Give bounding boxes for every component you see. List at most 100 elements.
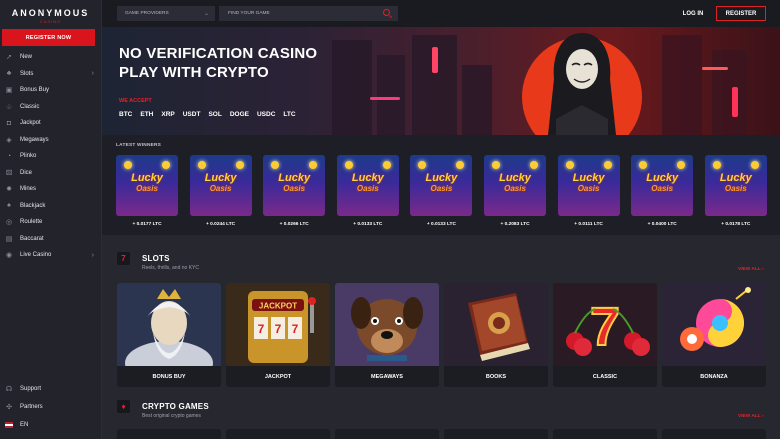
- crypto-games-view-all-link[interactable]: VIEW ALL ›: [738, 414, 764, 419]
- game-thumbnail: Lucky Oasis: [704, 155, 767, 216]
- game-thumbnail: Lucky Oasis: [263, 155, 326, 216]
- sidebar-item-label: Blackjack: [20, 202, 46, 209]
- sidebar-item-bonus-buy[interactable]: ▣ Bonus Buy: [0, 82, 102, 99]
- crypto-game-card[interactable]: [335, 429, 439, 439]
- sidebar-item-label: Roulette: [20, 219, 43, 226]
- sidebar-item-plinko[interactable]: ◔ Plinko: [0, 148, 102, 165]
- brand-logo[interactable]: ANONYMOUS CASINO: [0, 0, 101, 28]
- lamp-icon: [565, 161, 574, 169]
- sidebar-item-live-casino[interactable]: ◉ Live Casino ›: [0, 247, 102, 264]
- crypto-game-card[interactable]: [662, 429, 766, 439]
- winner-amount: + 0.0133 LTC: [426, 222, 456, 227]
- winner-amount: + 0.0244 LTC: [206, 222, 236, 227]
- flame-icon: ♦: [117, 400, 130, 413]
- latest-winners-label: LATEST WINNERS: [116, 143, 162, 148]
- game-thumbnail-title: Lucky Oasis: [266, 173, 322, 194]
- view-all-label: VIEW ALL: [738, 267, 761, 272]
- sidebar-item-baccarat[interactable]: ▤ Baccarat: [0, 231, 102, 248]
- sidebar-item-new[interactable]: ➚ New: [0, 49, 102, 66]
- lamp-icon: [530, 161, 538, 169]
- game-providers-dropdown[interactable]: GAME PROVIDERS ⌄: [117, 6, 215, 21]
- sidebar-item-support[interactable]: ☊ Support: [0, 380, 102, 398]
- winner-amount: + 0.0111 LTC: [574, 222, 603, 227]
- sidebar-item-label: Baccarat: [20, 235, 44, 242]
- crypto-game-card[interactable]: [226, 429, 330, 439]
- winner-card[interactable]: Lucky Oasis + 0.0266 LTC: [263, 155, 326, 227]
- lamp-icon: [124, 161, 132, 169]
- partners-icon: ✣: [6, 404, 12, 411]
- register-now-button[interactable]: REGISTER NOW: [2, 29, 95, 46]
- winner-amount: + 0.0177 LTC: [132, 222, 162, 227]
- crypto-game-card[interactable]: [444, 429, 548, 439]
- lamp-icon: [162, 161, 170, 169]
- cherry-icon: ♣: [6, 70, 12, 78]
- login-button[interactable]: LOG IN: [675, 6, 711, 21]
- search-input[interactable]: FIND YOUR GAME: [219, 6, 398, 21]
- sidebar-item-roulette[interactable]: ◎ Roulette: [0, 214, 102, 231]
- category-card-megaways[interactable]: MEGAWAYS: [335, 283, 439, 387]
- game-thumbnail: Lucky Oasis: [557, 155, 620, 216]
- crypto-game-card[interactable]: [553, 429, 657, 439]
- winner-card[interactable]: Lucky Oasis + 0.0400 LTC: [631, 155, 694, 227]
- category-card-books[interactable]: BOOKS: [444, 283, 548, 387]
- sidebar-item-dice[interactable]: ⚄ Dice: [0, 165, 102, 182]
- winner-card[interactable]: Lucky Oasis + 0.0244 LTC: [189, 155, 252, 227]
- slots-section-header: 7 SLOTS: [117, 252, 170, 265]
- sidebar-item-megaways[interactable]: ◈ Megaways: [0, 132, 102, 149]
- svg-text:7: 7: [275, 322, 282, 336]
- category-card-classic[interactable]: 7 CLASSIC: [553, 283, 657, 387]
- sidebar: ANONYMOUS CASINO REGISTER NOW ➚ New ♣ Slot…: [0, 0, 102, 439]
- sidebar-item-label: Bonus Buy: [20, 87, 50, 94]
- winner-card[interactable]: Lucky Oasis + 0.0133 LTC: [336, 155, 399, 227]
- category-card-jackpot[interactable]: JACKPOT 7 7 7 JACKPOT: [226, 283, 330, 387]
- sidebar-item-slots[interactable]: ♣ Slots ›: [0, 66, 102, 83]
- game-thumbnail: Lucky Oasis: [410, 155, 473, 216]
- sidebar-item-jackpot[interactable]: ◘ Jackpot: [0, 115, 102, 132]
- chevron-down-icon: ⌄: [203, 11, 209, 17]
- crypto-ltc: LTC: [283, 111, 296, 118]
- lock-icon: ◘: [6, 119, 12, 127]
- lamp-icon: [344, 161, 353, 169]
- winner-card[interactable]: Lucky Oasis + 0.2083 LTC: [484, 155, 546, 227]
- game-title: Lucky: [131, 172, 163, 184]
- seven-cherries-artwork: 7: [553, 283, 657, 366]
- headset-icon: ☊: [5, 386, 13, 393]
- cherries-icon: ♧: [5, 103, 13, 111]
- register-button[interactable]: REGISTER: [716, 6, 766, 21]
- sidebar-item-partners[interactable]: ✣ Partners: [0, 398, 102, 416]
- jackpot-machine-artwork: JACKPOT 7 7 7: [226, 283, 330, 366]
- sidebar-item-label: Support: [20, 386, 42, 392]
- sidebar-item-blackjack[interactable]: ♠ Blackjack: [0, 198, 102, 215]
- brand-name: ANONYMOUS: [11, 8, 90, 18]
- sidebar-item-mines[interactable]: ✹ Mines: [0, 181, 102, 198]
- top-bar: GAME PROVIDERS ⌄ FIND YOUR GAME LOG IN R…: [102, 0, 780, 27]
- winner-card[interactable]: Lucky Oasis + 0.0133 LTC: [410, 155, 473, 227]
- sidebar-nav: ➚ New ♣ Slots › ▣ Bonus Buy ♧ Classic ◘ Jackpo…: [0, 49, 102, 264]
- lamp-icon: [639, 161, 648, 169]
- game-title: Lucky: [499, 172, 531, 184]
- search-icon[interactable]: [383, 9, 390, 16]
- sidebar-item-classic[interactable]: ♧ Classic: [0, 99, 102, 116]
- language-selector[interactable]: EN: [0, 416, 102, 434]
- category-card-bonanza[interactable]: BONANZA: [662, 283, 766, 387]
- hero-title-line1: NO VERIFICATION CASINO: [119, 45, 318, 62]
- slots-view-all-link[interactable]: VIEW ALL ›: [738, 267, 764, 272]
- game-thumbnail: Lucky Oasis: [484, 155, 546, 216]
- hero-banner[interactable]: NO VERIFICATION CASINO PLAY WITH CRYPTO …: [102, 27, 780, 135]
- crypto-usdc: USDC: [256, 111, 276, 118]
- jackpot-sign: JACKPOT: [259, 302, 297, 311]
- megaways-icon: ◈: [6, 136, 12, 144]
- game-title: Lucky: [572, 172, 605, 184]
- plinko-icon: ◔: [6, 152, 12, 160]
- mine-icon: ✹: [6, 186, 12, 194]
- category-card-bonus-buy[interactable]: BONUS BUY: [117, 283, 221, 387]
- winner-card[interactable]: Lucky Oasis + 0.0178 LTC: [704, 155, 767, 227]
- winner-card[interactable]: Lucky Oasis + 0.0177 LTC: [116, 155, 178, 227]
- crypto-usdt: USDT: [182, 111, 201, 118]
- svg-text:7: 7: [590, 297, 620, 357]
- crypto-game-card[interactable]: [117, 429, 221, 439]
- sidebar-item-label: Classic: [20, 103, 40, 110]
- winner-amount: + 0.0266 LTC: [279, 222, 309, 227]
- category-card-label: BOOKS: [485, 374, 507, 380]
- winner-card[interactable]: Lucky Oasis + 0.0111 LTC: [557, 155, 620, 227]
